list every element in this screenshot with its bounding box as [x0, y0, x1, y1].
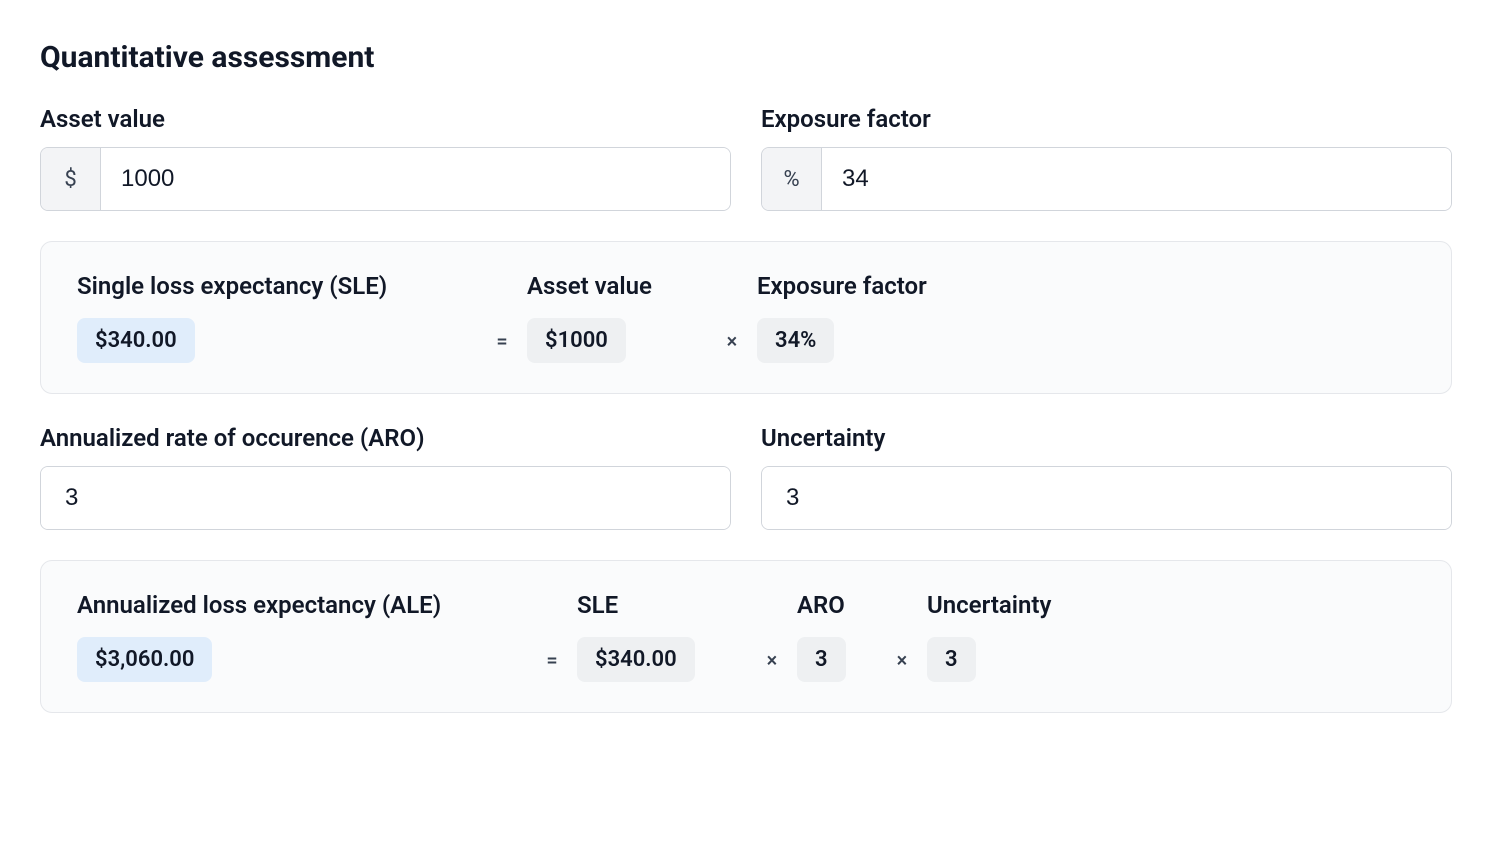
ale-result-label: Annualized loss expectancy (ALE) — [77, 591, 527, 619]
sle-asset-value: $1000 — [527, 318, 626, 363]
ale-aro-label: ARO — [797, 591, 877, 619]
exposure-factor-group: Exposure factor % — [761, 105, 1452, 211]
ale-sle-label: SLE — [577, 591, 747, 619]
uncertainty-input-wrapper — [761, 466, 1452, 530]
exposure-factor-input-wrapper: % — [761, 147, 1452, 211]
aro-label: Annualized rate of occurence (ARO) — [40, 424, 731, 452]
equals-icon: = — [477, 329, 527, 353]
sle-result-value: $340.00 — [77, 318, 195, 363]
percent-prefix: % — [762, 148, 822, 210]
times-icon: × — [877, 648, 927, 672]
sle-value-row: $340.00 = $1000 × 34% — [77, 318, 1415, 363]
ale-header-row: Annualized loss expectancy (ALE) SLE ARO… — [77, 591, 1415, 619]
sle-asset-label: Asset value — [527, 272, 707, 300]
aro-input-wrapper — [40, 466, 731, 530]
asset-value-group: Asset value $ — [40, 105, 731, 211]
input-row-1: Asset value $ Exposure factor % — [40, 105, 1452, 211]
sle-header-row: Single loss expectancy (SLE) Asset value… — [77, 272, 1415, 300]
equals-icon: = — [527, 648, 577, 672]
sle-card: Single loss expectancy (SLE) Asset value… — [40, 241, 1452, 394]
ale-aro-value: 3 — [797, 637, 846, 682]
uncertainty-input[interactable] — [762, 467, 1451, 529]
exposure-factor-label: Exposure factor — [761, 105, 1452, 133]
ale-unc-label: Uncertainty — [927, 591, 1087, 619]
asset-value-label: Asset value — [40, 105, 731, 133]
sle-ef-label: Exposure factor — [757, 272, 957, 300]
input-row-2: Annualized rate of occurence (ARO) Uncer… — [40, 424, 1452, 530]
dollar-prefix: $ — [41, 148, 101, 210]
sle-result-label: Single loss expectancy (SLE) — [77, 272, 477, 300]
ale-result-value: $3,060.00 — [77, 637, 212, 682]
asset-value-input-wrapper: $ — [40, 147, 731, 211]
asset-value-input[interactable] — [101, 148, 730, 210]
aro-group: Annualized rate of occurence (ARO) — [40, 424, 731, 530]
ale-card: Annualized loss expectancy (ALE) SLE ARO… — [40, 560, 1452, 713]
sle-ef-value: 34% — [757, 318, 834, 363]
ale-sle-value: $340.00 — [577, 637, 695, 682]
ale-unc-value: 3 — [927, 637, 976, 682]
times-icon: × — [747, 648, 797, 672]
uncertainty-label: Uncertainty — [761, 424, 1452, 452]
uncertainty-group: Uncertainty — [761, 424, 1452, 530]
times-icon: × — [707, 329, 757, 353]
ale-value-row: $3,060.00 = $340.00 × 3 × 3 — [77, 637, 1415, 682]
aro-input[interactable] — [41, 467, 730, 529]
exposure-factor-input[interactable] — [822, 148, 1451, 210]
page-title: Quantitative assessment — [40, 40, 1452, 75]
